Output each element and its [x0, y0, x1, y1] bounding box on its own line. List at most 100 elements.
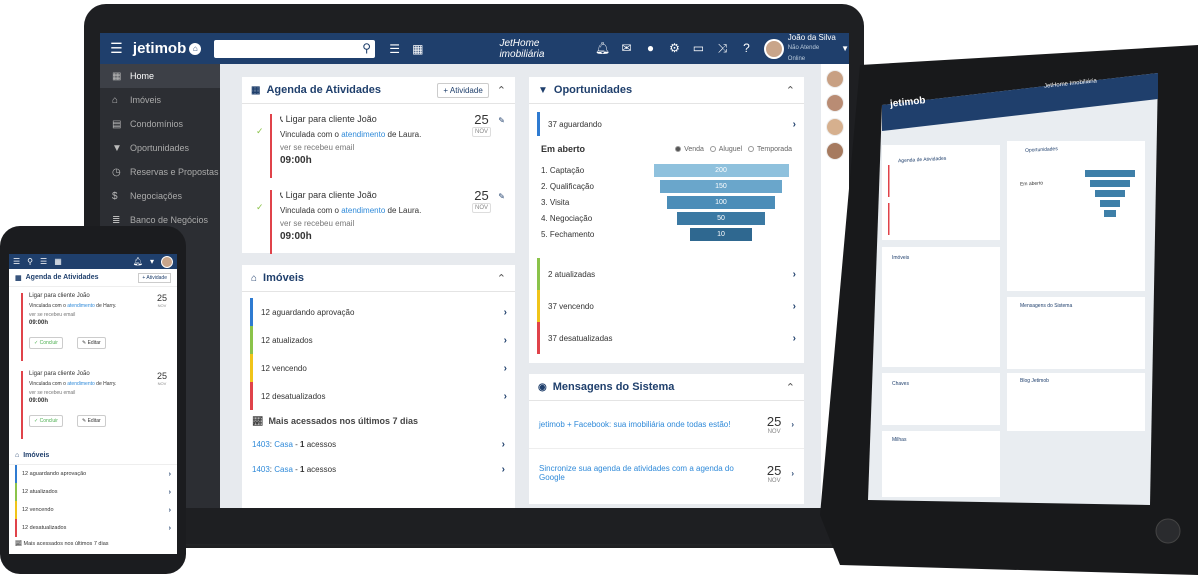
funnel-icon: ▼: [112, 142, 122, 154]
list-item[interactable]: 12 desatualizados ›: [250, 382, 507, 410]
imoveis-panel: ⌂ Imóveis ⌃ 12 aguardando aprovação › 12 at…: [242, 265, 515, 508]
list-item[interactable]: 1403: Casa - 1 acessos ›: [252, 432, 505, 457]
app-logo[interactable]: jetimob ⌂: [133, 40, 214, 57]
tablet-blog-title: Blog Jetimob: [1020, 378, 1049, 384]
chevron-up-icon[interactable]: ⌃: [497, 272, 506, 285]
list-item[interactable]: 12 atualizados ›: [250, 326, 507, 354]
activity-date: 25 NOV: [471, 188, 491, 213]
tablet-frame: [820, 45, 1198, 575]
chevron-down-icon[interactable]: ▾: [150, 257, 154, 266]
tablet-milhas-title: Milhas: [892, 437, 907, 443]
message-item[interactable]: Sincronize sua agenda de atividades com …: [529, 449, 804, 497]
bell-icon[interactable]: 🔔︎: [590, 41, 614, 56]
list-item[interactable]: 37 vencendo ›: [537, 290, 796, 322]
chevron-up-icon[interactable]: ⌃: [786, 84, 795, 97]
edit-icon[interactable]: ✎: [498, 192, 505, 201]
list-item[interactable]: 12 atualizados ›: [15, 483, 171, 501]
most-accessed-title: 📈︎ Mais acessados nos últimos 7 dias: [252, 415, 418, 427]
message-item[interactable]: jetimob + Facebook: sua imobiliária onde…: [529, 401, 804, 449]
chevron-up-icon[interactable]: ⌃: [497, 84, 506, 97]
search-icon[interactable]: ⚲: [362, 41, 371, 55]
search-input[interactable]: ⚲: [214, 39, 375, 58]
chart-icon: 📈︎: [252, 415, 264, 426]
chevron-up-icon[interactable]: ⌃: [786, 381, 795, 394]
conclude-button[interactable]: ✓ Concluir: [29, 337, 63, 349]
list-item[interactable]: 12 desatualizados ›: [15, 519, 171, 537]
bell-icon[interactable]: 🔔︎: [133, 257, 143, 266]
edit-button[interactable]: ✎ Editar: [77, 337, 106, 349]
funnel-stage[interactable]: 5. Fechamento 10: [529, 226, 804, 242]
logo-home-icon: ⌂: [189, 42, 202, 55]
list-item[interactable]: 37 aguardando ›: [537, 112, 796, 136]
funnel-bar[interactable]: 50: [677, 211, 765, 225]
check-icon[interactable]: ✓: [256, 126, 264, 137]
atendimento-link[interactable]: atendimento: [341, 130, 385, 139]
funnel-stage-label: 3. Visita: [541, 197, 570, 207]
funnel-stage[interactable]: 4. Negociação 50: [529, 210, 804, 226]
edit-button[interactable]: ✎ Editar: [77, 415, 106, 427]
list-view-icon[interactable]: ☰: [383, 42, 406, 56]
sidebar-item-condominios[interactable]: ▤ Condomínios: [100, 112, 220, 136]
list-item[interactable]: 37 desatualizadas ›: [537, 322, 796, 354]
check-icon[interactable]: ✓: [256, 202, 264, 213]
activity-item[interactable]: ✓ 📞︎ Ligar para cliente João Vinculada c…: [252, 188, 505, 256]
card-icon[interactable]: ▭: [686, 41, 710, 56]
sidebar-item-oportunidades[interactable]: ▼ Oportunidades: [100, 136, 220, 160]
avatar[interactable]: [161, 255, 173, 268]
funnel-bar[interactable]: 200: [653, 163, 789, 177]
edit-icon[interactable]: ✎: [498, 116, 505, 125]
mail-icon[interactable]: ✉: [614, 41, 638, 56]
sidebar-item-negociacoes[interactable]: $ Negociações: [100, 184, 220, 208]
home-icon: ⌂: [251, 272, 258, 284]
phone-imoveis-title: ⌂ Imóveis: [9, 447, 177, 465]
menu-icon[interactable]: ☰: [13, 257, 20, 266]
funnel-filter[interactable]: Venda Aluguel Temporada: [675, 146, 792, 153]
em-aberto-label: Em aberto: [541, 144, 586, 154]
funnel-stage[interactable]: 2. Qualificação 150: [529, 178, 804, 194]
conclude-button[interactable]: ✓ Concluir: [29, 415, 63, 427]
funnel-icon: ▼: [538, 84, 548, 96]
company-name: JetHome imobiliária: [499, 37, 545, 60]
activity-date: 25 NOV: [471, 112, 491, 137]
funnel-stage[interactable]: 3. Visita 100: [529, 194, 804, 210]
user-icon[interactable]: ●: [638, 41, 662, 56]
sidebar-item-imoveis[interactable]: ⌂ Imóveis: [100, 88, 220, 112]
menu-icon[interactable]: ☰: [100, 40, 133, 57]
shuffle-icon[interactable]: ⤨: [710, 41, 734, 56]
calendar-icon[interactable]: ▦: [406, 42, 429, 56]
calendar-icon[interactable]: ▦: [54, 257, 62, 266]
agenda-panel: ▦ Agenda de Atividades + Atividade ⌃ ✓ 📞︎ …: [242, 77, 515, 256]
most-accessed-title: 📈︎ Mais acessados nos últimos 7 dias: [15, 541, 109, 547]
tablet-msg-title: Mensagens do Sistema: [1020, 303, 1073, 309]
funnel-bar[interactable]: 100: [667, 195, 775, 209]
search-icon[interactable]: ⚲: [27, 257, 33, 266]
funnel-bar[interactable]: 150: [659, 179, 783, 193]
add-activity-button[interactable]: + Atividade: [138, 272, 171, 283]
panel-title: Agenda de Atividades: [266, 84, 381, 96]
activity-item[interactable]: Ligar para cliente João Vinculada com o …: [15, 291, 171, 365]
funnel-stage-label: 4. Negociação: [541, 213, 593, 223]
opportunity-funnel: 1. Captação 200 2. Qualificação 150 3. Visit…: [529, 162, 804, 242]
gear-icon[interactable]: ⚙: [662, 41, 686, 56]
user-name: João da Silva: [787, 33, 836, 42]
sidebar-item-reservas[interactable]: ◷ Reservas e Propostas: [100, 160, 220, 184]
activity-item[interactable]: Ligar para cliente João Vinculada com o …: [15, 369, 171, 443]
list-item[interactable]: 2 atualizadas ›: [537, 258, 796, 290]
funnel-stage[interactable]: 1. Captação 200: [529, 162, 804, 178]
list-item[interactable]: 12 vencendo ›: [250, 354, 507, 382]
help-icon[interactable]: ?: [734, 41, 758, 56]
funnel-bar[interactable]: 10: [690, 227, 752, 241]
list-item[interactable]: 12 vencendo ›: [15, 501, 171, 519]
user-status: Não Atende Online: [787, 45, 820, 62]
activity-item[interactable]: ✓ 📞︎ Ligar para cliente João Vinculada c…: [252, 112, 505, 180]
funnel-stage-label: 5. Fechamento: [541, 229, 595, 239]
sidebar-item-home[interactable]: ▦ Home: [100, 64, 220, 88]
list-view-icon[interactable]: ☰: [40, 257, 47, 266]
list-item[interactable]: 1403: Casa - 1 acessos ›: [252, 457, 505, 482]
list-item[interactable]: 12 aguardando aprovação ›: [15, 465, 171, 483]
add-activity-button[interactable]: + Atividade: [437, 82, 489, 98]
atendimento-link[interactable]: atendimento: [341, 206, 385, 215]
arrow-circle-icon: ◉: [538, 381, 547, 393]
phone-navbar: ☰ ⚲ ☰ ▦ 🔔︎ ▾: [9, 254, 177, 269]
list-item[interactable]: 12 aguardando aprovação ›: [250, 298, 507, 326]
